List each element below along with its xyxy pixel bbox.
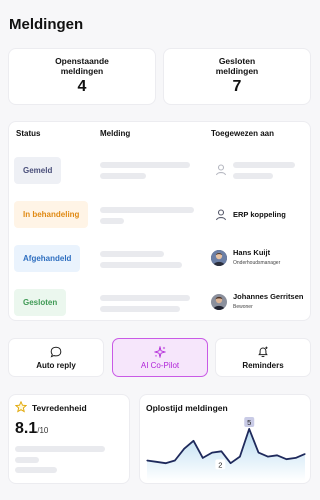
chart-point [146, 459, 148, 462]
chart-point [220, 450, 222, 452]
stat-value-open: 4 [77, 78, 87, 95]
status-badge: Afgehandeld [14, 245, 81, 272]
chart-peak-label: 5 [247, 418, 251, 427]
melding-placeholder-line [100, 306, 180, 312]
melding-placeholder-line [100, 262, 182, 268]
bell-plus-icon [258, 346, 268, 358]
chart-point [239, 455, 241, 458]
chart-point [276, 454, 278, 456]
ai-copilot-label: AI Co-Pilot [140, 361, 180, 370]
column-header-toegewezen: Toegewezen aan [211, 129, 274, 138]
assignee-name: Hans Kuijt [233, 248, 271, 257]
chart-point [285, 458, 288, 460]
placeholder-line [15, 446, 105, 452]
assignee-placeholder-line [233, 162, 295, 168]
user-icon [215, 164, 227, 176]
placeholder-line [15, 467, 57, 473]
chart-point [257, 452, 260, 454]
status-badge: Gemeld [14, 157, 62, 184]
satisfaction-title: Tevredenheid [32, 403, 87, 413]
assignee-role: Onderhoudsmanager [233, 260, 281, 266]
melding-placeholder-line [100, 162, 190, 168]
melding-placeholder-line [100, 173, 146, 179]
chart-point [211, 452, 213, 454]
table-row[interactable]: In behandeling ERP koppeling [9, 198, 312, 232]
column-header-status: Status [16, 129, 41, 138]
melding-placeholder-line [100, 251, 164, 257]
chart-point [230, 462, 232, 464]
stat-card-closed[interactable]: Gesloten meldingen 7 [163, 48, 311, 105]
chart-point [267, 455, 269, 458]
auto-reply-button[interactable]: Auto reply [8, 338, 104, 377]
column-header-melding: Melding [100, 129, 131, 138]
chart-point [202, 457, 204, 459]
chart-point [164, 462, 167, 464]
stat-value-closed: 7 [232, 78, 242, 95]
assignee-role: Bewoner [233, 304, 253, 310]
ai-copilot-button[interactable]: AI Co-Pilot [112, 338, 208, 377]
melding-placeholder-line [100, 218, 124, 224]
satisfaction-score-wrap: 8.1/10 [15, 420, 48, 438]
chart-area-fill [147, 428, 305, 481]
stat-label-open: Openstaande meldingen [55, 56, 109, 76]
auto-reply-label: Auto reply [36, 361, 76, 370]
resolution-title: Oplostijd meldingen [146, 403, 228, 413]
chart-point [248, 428, 250, 430]
stat-label-closed: Gesloten meldingen [215, 56, 259, 76]
reminders-label: Reminders [242, 361, 284, 370]
satisfaction-score: 8.1 [15, 420, 38, 437]
assignee-name: ERP koppeling [233, 210, 286, 219]
chart-low-label: 2 [218, 460, 222, 469]
sparkles-icon [154, 346, 166, 358]
placeholder-line [15, 457, 39, 463]
table-row[interactable]: Gemeld [9, 152, 312, 186]
chart-point [192, 440, 195, 442]
melding-placeholder-line [100, 295, 190, 301]
star-icon [15, 401, 27, 413]
status-badge: Gesloten [14, 289, 67, 316]
assignee-name: Johannes Gerritsen [233, 292, 304, 301]
user-icon [215, 209, 227, 221]
chart-point [155, 461, 157, 463]
resolution-card: Oplostijd meldingen 52 [139, 394, 311, 484]
chat-bubble-icon [50, 346, 62, 358]
status-badge: In behandeling [14, 201, 89, 228]
avatar [211, 250, 227, 266]
meldingen-table: Status Melding Toegewezen aan Gemeld In … [8, 121, 311, 321]
table-row[interactable]: Afgehandeld Hans Kuijt Onderhoudsmanager [9, 242, 312, 276]
chart-point [183, 448, 185, 450]
chart-point [304, 453, 306, 455]
satisfaction-card: Tevredenheid 8.1/10 [8, 394, 130, 484]
assignee-placeholder-line [233, 173, 273, 179]
stat-card-open[interactable]: Openstaande meldingen 4 [8, 48, 156, 105]
reminders-button[interactable]: Reminders [215, 338, 311, 377]
table-row[interactable]: Gesloten Johannes Gerritsen Bewoner [9, 286, 312, 320]
chart-point [295, 457, 297, 459]
resolution-chart: 52 [146, 416, 306, 481]
melding-placeholder-line [100, 207, 194, 213]
satisfaction-suffix: /10 [37, 426, 49, 435]
avatar [211, 294, 227, 310]
page-title: Meldingen [9, 16, 84, 33]
chart-point [174, 459, 176, 462]
